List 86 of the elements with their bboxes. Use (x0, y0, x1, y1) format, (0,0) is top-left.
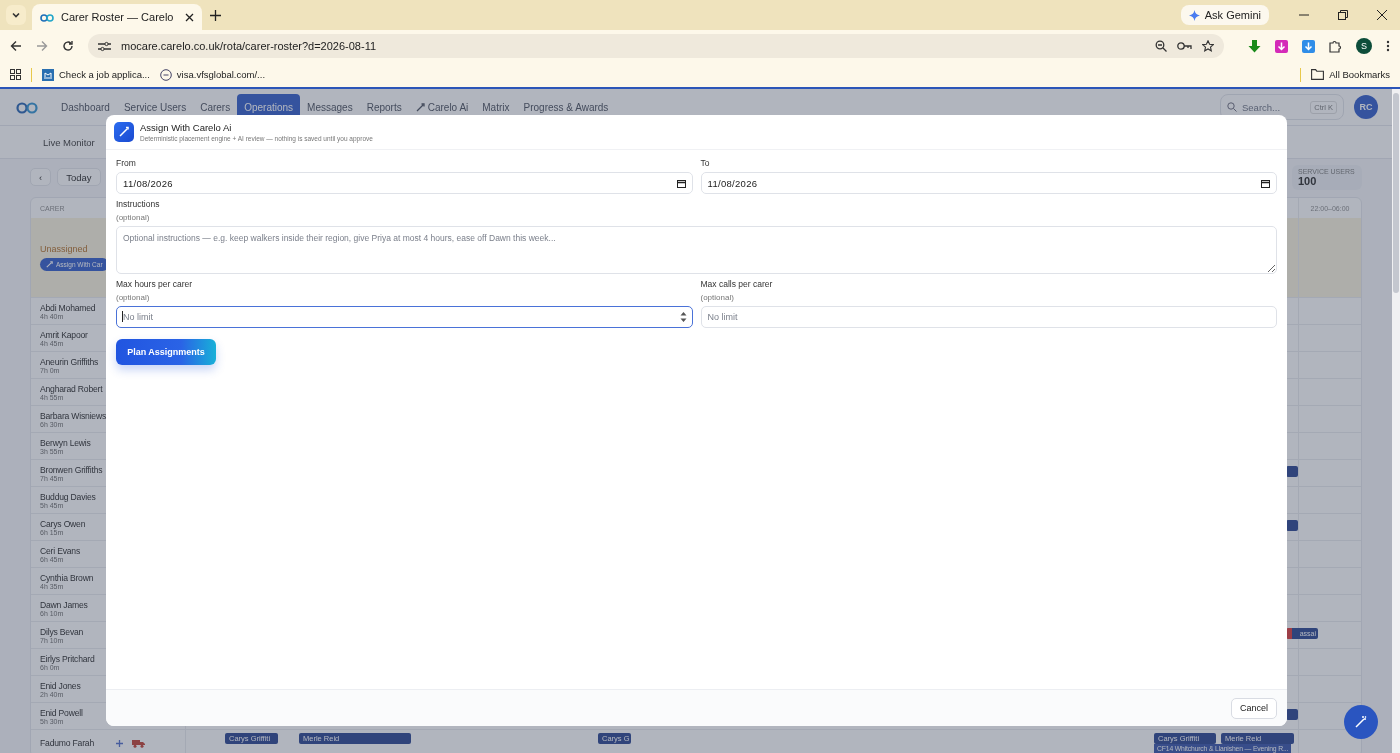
folder-icon (1311, 69, 1325, 80)
profile-avatar[interactable]: S (1356, 38, 1372, 54)
carer-name: Dawn James (40, 599, 89, 610)
new-tab-icon[interactable] (210, 9, 221, 21)
wand-icon (1354, 715, 1368, 729)
reload-icon[interactable] (62, 40, 74, 52)
dialog-title: Assign With Carelo Ai (140, 122, 233, 133)
key-icon[interactable] (1177, 41, 1192, 51)
text-cursor (122, 311, 123, 322)
crown-icon (42, 68, 54, 81)
star-icon[interactable] (1202, 40, 1214, 52)
download-icon[interactable] (1302, 39, 1315, 53)
globe-icon (159, 68, 172, 81)
nav-tab[interactable]: Carelo Ai (408, 94, 476, 120)
carer-name: Barbara Wisniews (40, 410, 108, 421)
wand-icon (46, 261, 53, 268)
carer-name: Amrit Kapoor (40, 329, 89, 340)
apps-icon[interactable] (10, 69, 21, 80)
plus-icon[interactable] (115, 738, 124, 748)
field-label: To (700, 158, 711, 168)
carer-name: Carys Owen (40, 518, 87, 529)
back-icon[interactable] (10, 40, 22, 52)
subnav-tab[interactable]: Live Monitor (43, 136, 95, 148)
date-field[interactable]: 11/08/2026 (116, 172, 693, 194)
chevron-down-icon (11, 10, 21, 20)
plan-assignments-button[interactable]: Plan Assignments (116, 339, 216, 365)
carer-name: Bronwen Griffiths (40, 464, 104, 475)
restore-icon[interactable] (1338, 10, 1348, 20)
search-icon (1227, 102, 1237, 112)
close-icon[interactable] (1377, 10, 1387, 20)
carer-name: Abdi Mohamed (40, 302, 97, 313)
carer-name: Enid Powell (40, 707, 84, 718)
bookmark[interactable]: visa.vfsglobal.com/... (159, 68, 265, 81)
carer-name: Ceri Evans (40, 545, 82, 556)
stat-value: 100 (1298, 174, 1318, 187)
carer-name: Aneurin Griffiths (40, 356, 100, 367)
ask-gemini-button[interactable]: Ask Gemini (1180, 5, 1269, 25)
field-label: Instructions (116, 199, 161, 209)
date-field[interactable]: 11/08/2026 (700, 172, 1277, 194)
spinner-icon[interactable] (679, 311, 687, 323)
shift-chip[interactable] (1286, 709, 1298, 720)
close-icon[interactable] (185, 12, 194, 22)
zoom-icon[interactable] (1155, 40, 1167, 52)
number-field[interactable]: No limit (116, 306, 693, 328)
calendar-icon[interactable] (1261, 178, 1270, 188)
download-icon[interactable] (1275, 39, 1288, 53)
all-bookmarks-button[interactable]: All Bookmarks (1311, 69, 1390, 80)
instructions-field[interactable]: Optional instructions — e.g. keep walkers inside their region, give Priya at most 4 hours, ease off Dawn this week... (116, 226, 1277, 274)
wand-icon (415, 102, 425, 112)
cancel-button[interactable]: Cancel (1231, 697, 1277, 719)
carer-name: Enid Jones (40, 680, 82, 691)
logo-icon[interactable] (16, 100, 38, 114)
ai-assist-button[interactable] (1344, 705, 1378, 739)
carer-name: Angharad Robert (40, 383, 104, 394)
calendar-icon[interactable] (676, 178, 686, 188)
previous-button[interactable]: ‹ (30, 168, 52, 186)
more-icon[interactable] (1386, 40, 1390, 52)
site-settings-icon[interactable] (98, 40, 111, 52)
field-label: Max calls per carer (700, 279, 774, 289)
today-button[interactable]: Today (57, 168, 101, 186)
field-label: From (116, 158, 137, 168)
bookmark[interactable]: Check a job applica... (42, 68, 150, 81)
shift-chip[interactable] (1286, 466, 1298, 477)
carer-name: Eirlys Pritchard (40, 653, 96, 664)
shift-chip[interactable] (1286, 520, 1298, 531)
browser-tab[interactable]: Carer Roster — Carelo (32, 4, 202, 30)
field-hint: (optional) (116, 293, 151, 302)
puzzle-icon[interactable] (1329, 39, 1342, 53)
carer-name: Fadumo Farah (40, 738, 95, 748)
field-hint: (optional) (700, 293, 735, 302)
download-icon[interactable] (1248, 39, 1261, 53)
wand-icon (114, 122, 134, 142)
field-hint: (optional) (116, 213, 151, 222)
address-bar[interactable]: mocare.carelo.co.uk/rota/carer-roster?d=2026-08-11 (88, 34, 1224, 58)
tab-list-button[interactable] (6, 5, 26, 25)
sparkle-icon (1188, 9, 1200, 21)
carer-name: Berwyn Lewis (40, 437, 92, 448)
unassigned-label: Unassigned (40, 244, 89, 254)
nav-tab[interactable]: Dashboard (54, 94, 117, 120)
carer-name: Dilys Bevan (40, 626, 85, 637)
user-avatar[interactable]: RC (1354, 95, 1378, 119)
van-icon[interactable] (132, 738, 145, 748)
logo-icon (40, 12, 54, 22)
carer-name: Cynthia Brown (40, 572, 95, 583)
carer-name: Buddug Davies (40, 491, 97, 502)
field-label: Max hours per carer (116, 279, 194, 289)
